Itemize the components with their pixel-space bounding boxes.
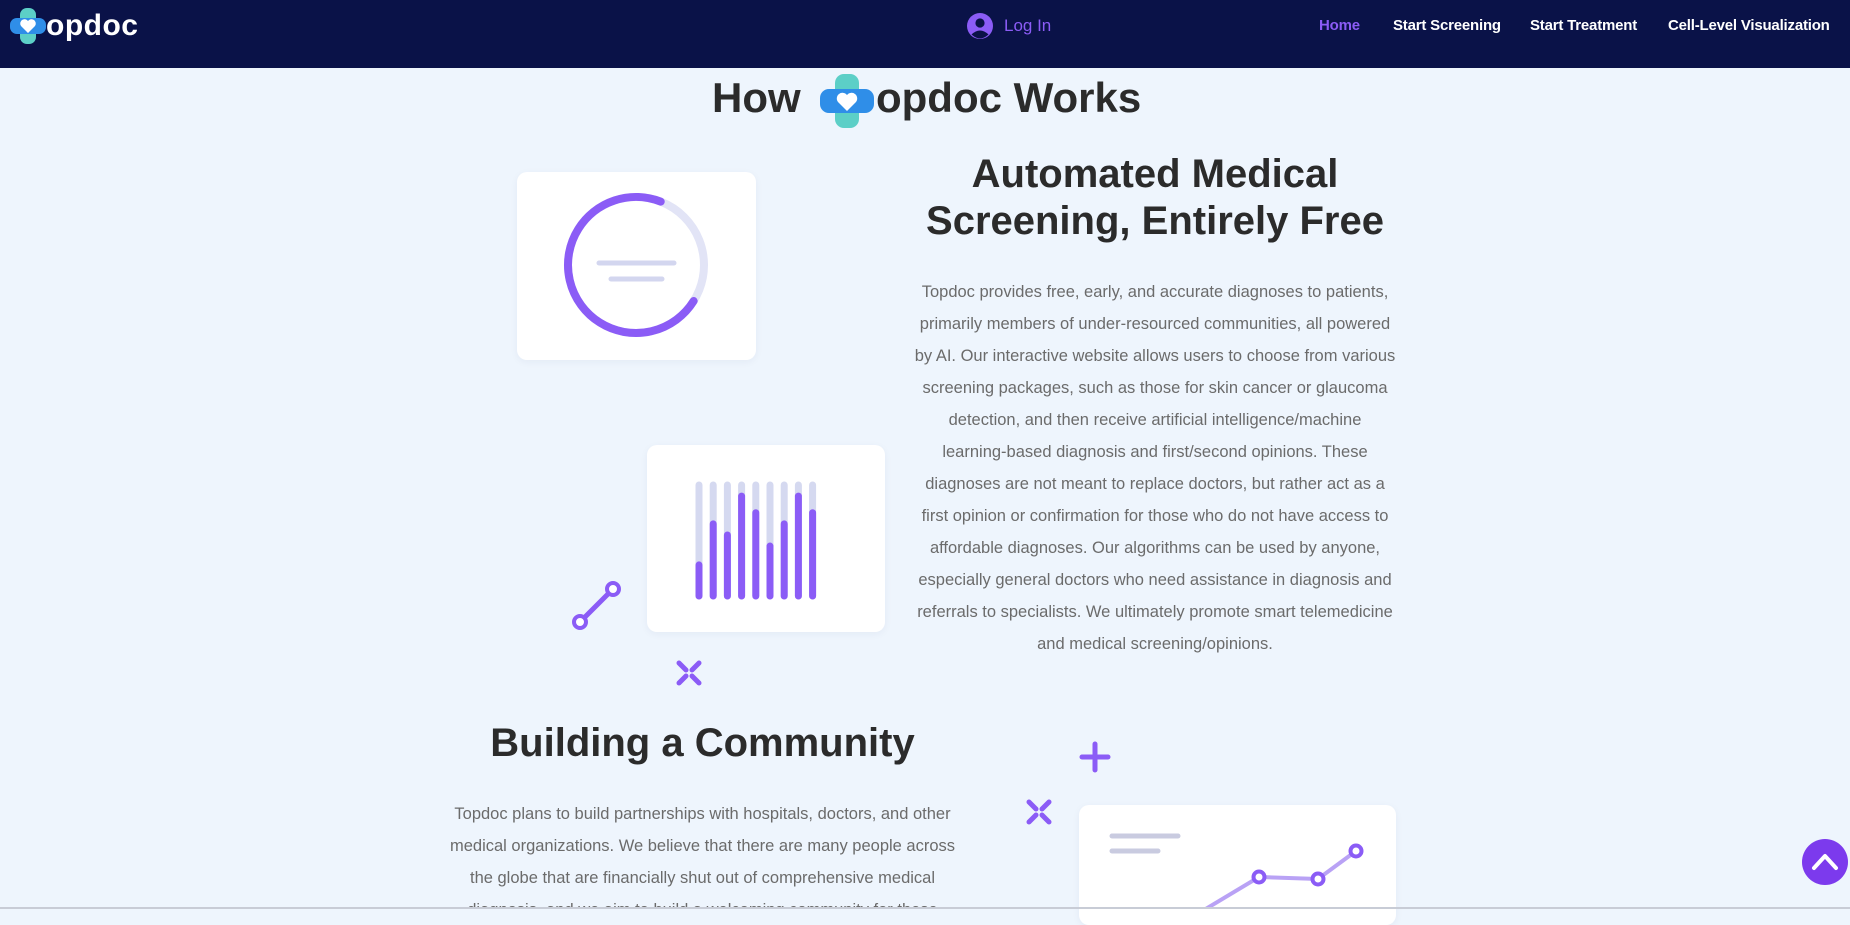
scroll-to-top-button[interactable] [1802,839,1848,885]
logo-text: opdoc [46,9,139,42]
section1-title-line2: Screening, Entirely Free [926,199,1384,243]
body-line: affordable diagnoses. Our algorithms can… [929,539,1381,557]
body-line: learning-based diagnosis and first/secon… [942,443,1368,461]
body-line: especially general doctors who need assi… [918,571,1392,589]
line-graph-illustration [1109,833,1364,915]
chevron-up-icon [1812,854,1838,870]
bar-graph-illustration [695,481,817,600]
connector-line-icon [572,581,621,630]
user-avatar-icon [967,13,993,39]
nav-start-screening[interactable]: Start Screening [1393,17,1501,34]
heading-prefix: How [712,74,801,121]
body-line: detection, and then receive artificial i… [948,411,1362,429]
body-line: referrals to specialists. We ultimately … [917,603,1393,621]
body-line: medical organizations. We believe that t… [449,837,956,855]
navbar: opdoc Log In Home Start Screening Start … [0,0,1850,68]
x-cross-icon [1026,799,1052,825]
section2-title: Building a Community [490,721,915,765]
donut-chart-illustration [564,193,708,337]
body-line: the globe that are financially shut out … [469,869,936,887]
nav-home[interactable]: Home [1319,17,1360,34]
section1-title: Automated Medical Screening, Entirely Fr… [905,151,1405,245]
body-line: Topdoc plans to build partnerships with … [454,805,951,823]
body-line: diagnoses are not meant to replace docto… [925,475,1385,493]
bars-card [647,445,885,632]
body-line: and medical screening/opinions. [1037,635,1273,653]
x-cross-icon [676,660,702,686]
heading-suffix: opdoc Works [876,74,1142,121]
logo-cross-icon [820,74,874,128]
section1-title-line1: Automated Medical [971,152,1339,196]
brand-logo[interactable]: opdoc [8,6,139,46]
medical-cross-heart-icon [10,8,46,44]
body-line: Topdoc provides free, early, and accurat… [921,283,1389,301]
body-line: by AI. Our interactive website allows us… [914,347,1396,365]
plus-icon [1079,741,1111,773]
body-line: first opinion or confirmation for those … [921,507,1389,525]
donut-card [517,172,756,360]
body-line: screening packages, such as those for sk… [922,379,1388,397]
body-line: primarily members of under-resourced com… [919,315,1391,333]
section2-body: Topdoc plans to build partnerships with … [440,798,965,909]
login-label: Log In [1004,16,1052,35]
login-button[interactable]: Log In [966,12,1051,40]
nav-start-treatment[interactable]: Start Treatment [1530,17,1637,34]
nav-cell-level-visualization[interactable]: Cell-Level Visualization [1668,17,1830,34]
how-it-works-heading: How opdoc Works [0,70,1850,130]
section1-body: Topdoc provides free, early, and accurat… [900,276,1410,660]
